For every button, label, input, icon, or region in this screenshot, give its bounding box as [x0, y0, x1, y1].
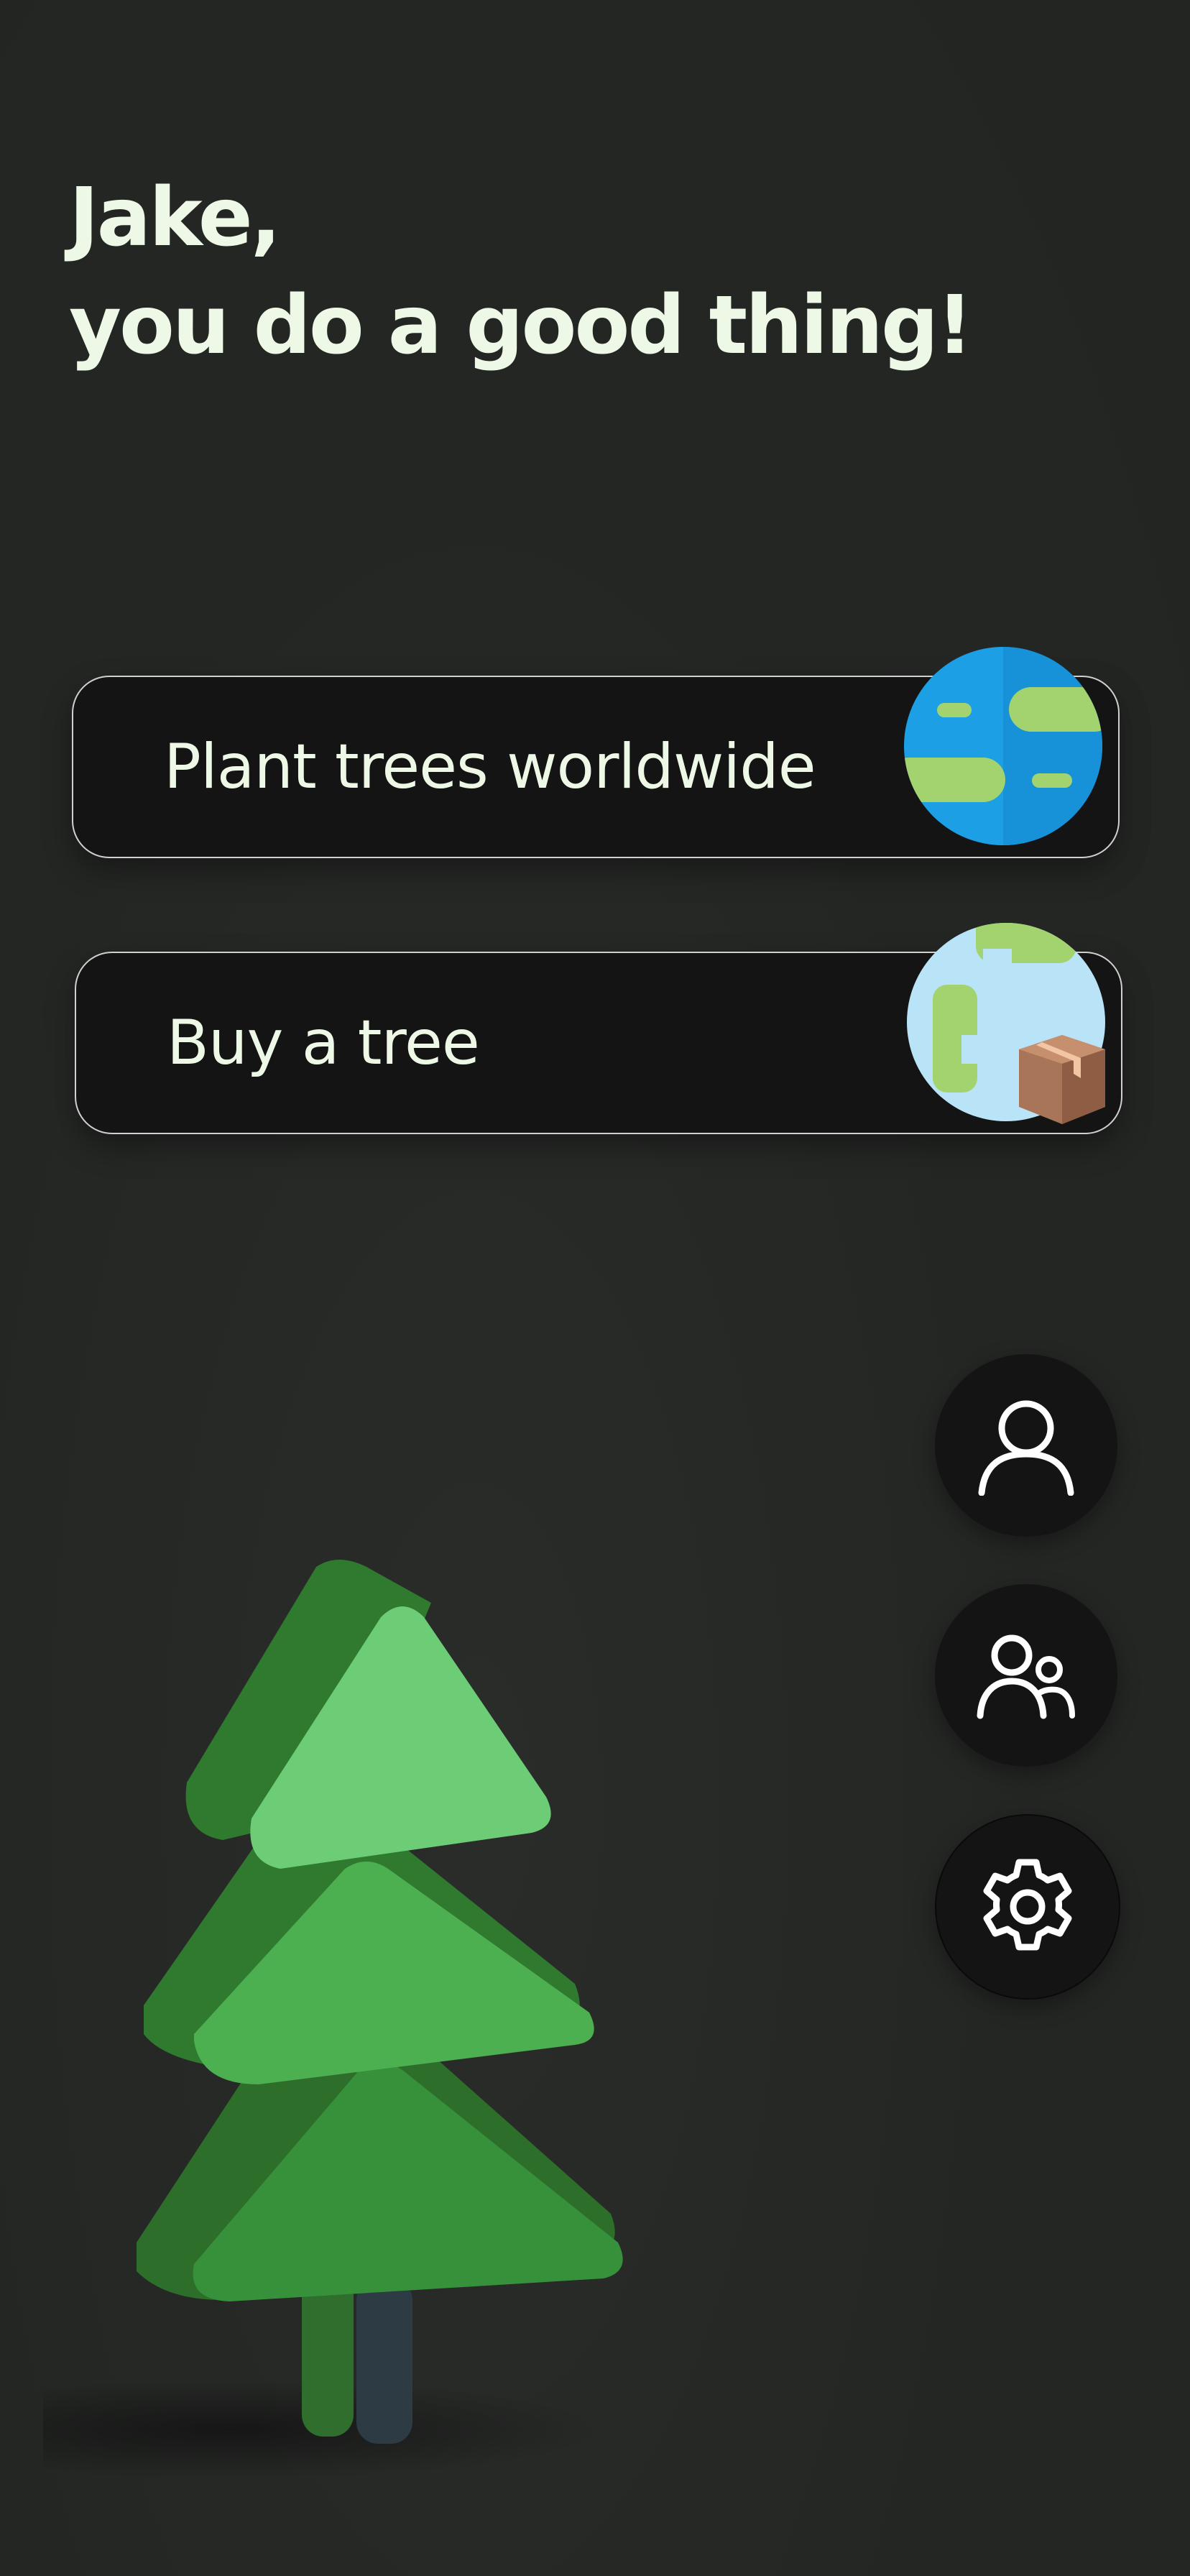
greeting-name: Jake,	[69, 171, 281, 264]
users-icon	[977, 1634, 1075, 1719]
settings-button[interactable]	[935, 1814, 1120, 2000]
tree-3d-illustration	[43, 1560, 623, 2480]
greeting-heading: Jake, you do a good thing!	[69, 164, 1075, 380]
plant-trees-button[interactable]: Plant trees worldwide	[72, 647, 1120, 858]
user-icon	[978, 1400, 1074, 1496]
profile-button[interactable]	[935, 1354, 1117, 1537]
buy-tree-button[interactable]: Buy a tree	[75, 923, 1122, 1134]
globe-icon	[904, 647, 1102, 845]
buy-tree-label: Buy a tree	[167, 1007, 480, 1079]
friends-button[interactable]	[935, 1584, 1117, 1767]
greeting-message: you do a good thing!	[69, 279, 973, 372]
plant-trees-label: Plant trees worldwide	[164, 731, 816, 803]
home-screen: Jake, you do a good thing! Plant trees w…	[0, 0, 1190, 2576]
gear-icon	[983, 1859, 1072, 1951]
globe-package-icon	[907, 923, 1105, 1124]
